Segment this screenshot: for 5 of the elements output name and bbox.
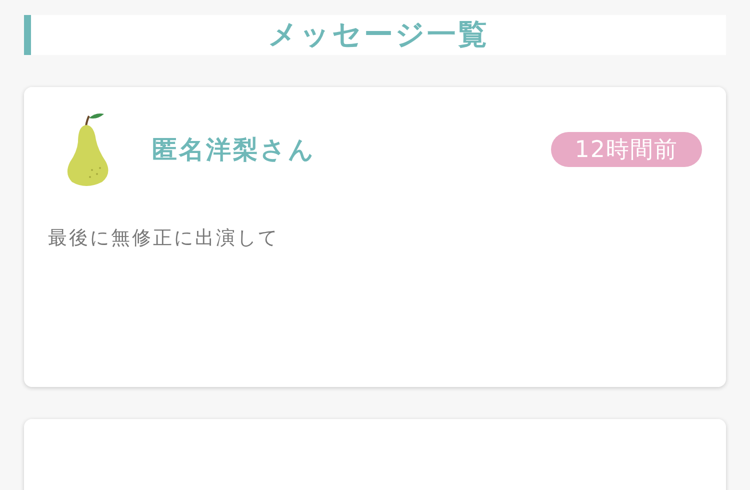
sender-name: 匿名洋梨さん xyxy=(152,134,317,166)
page-title: メッセージ一覧 xyxy=(268,16,489,53)
time-badge: 12時間前 xyxy=(550,132,702,167)
message-card[interactable]: 匿名洋梨さん 12時間前 最後に無修正に出演して xyxy=(24,87,726,387)
message-text: 最後に無修正に出演して xyxy=(48,226,280,251)
